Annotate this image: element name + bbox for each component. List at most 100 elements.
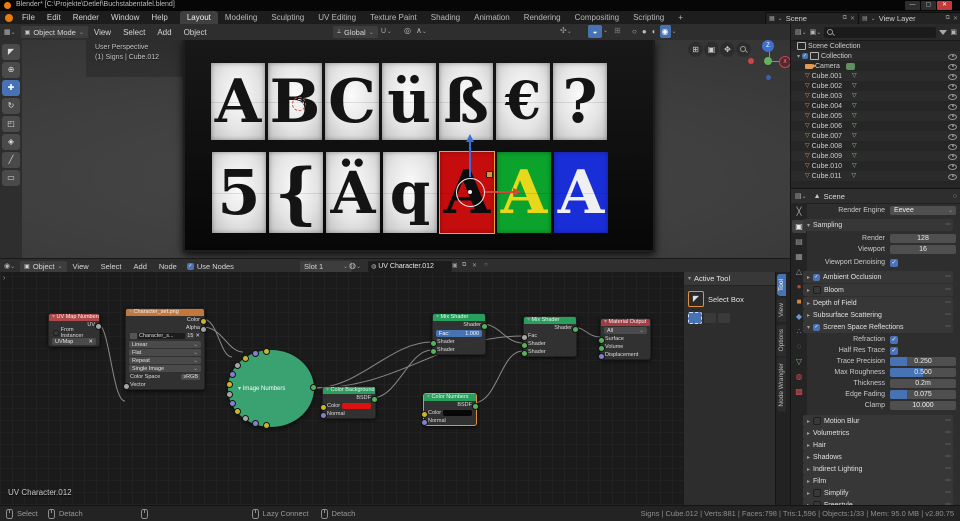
axis-center-ball[interactable] <box>764 57 772 65</box>
tab-texture-icon[interactable]: ▩ <box>792 385 806 398</box>
viewport-samples-field[interactable]: 16 <box>890 245 956 254</box>
extension-dropdown[interactable]: Repeat⌄ <box>129 357 201 364</box>
outliner-row-object[interactable]: ▽Cube.004▽ <box>791 101 960 111</box>
simplify-checkbox[interactable] <box>813 489 821 497</box>
from-instancer-row[interactable]: From Instancer <box>49 329 99 337</box>
vp-menu-view[interactable]: View <box>88 26 117 39</box>
pan-hand-icon[interactable]: ✥ <box>720 42 735 57</box>
shading-solid-icon[interactable]: ● <box>640 27 649 36</box>
tab-material-icon[interactable]: ◍ <box>792 370 806 383</box>
select-mode-subtract-icon[interactable] <box>718 313 730 323</box>
zoom-icon[interactable] <box>736 42 751 57</box>
tab-node-wrangler[interactable]: Node Wrangler <box>777 358 786 412</box>
editor-type-icon[interactable]: ▦⌄ <box>4 28 16 36</box>
tab-texture-paint[interactable]: Texture Paint <box>363 11 424 24</box>
close-icon[interactable]: ✕ <box>472 262 477 269</box>
eye-icon[interactable] <box>948 52 957 60</box>
copy-icon[interactable]: ⧉ <box>462 262 466 269</box>
axis-x-neg-ball[interactable] <box>748 58 754 64</box>
node-group-image-numbers[interactable]: ▾ Image Numbers <box>228 350 314 427</box>
outliner-row-camera[interactable]: Camera <box>791 61 960 71</box>
uvmap-select[interactable]: UVMap✕ <box>52 338 96 345</box>
tab-animation[interactable]: Animation <box>467 11 517 24</box>
socket[interactable] <box>234 362 241 369</box>
tab-rendering[interactable]: Rendering <box>517 11 568 24</box>
move-gizmo-x-arrow[interactable] <box>513 188 521 196</box>
eye-icon[interactable] <box>948 142 957 150</box>
letter-tile[interactable]: A <box>554 152 608 233</box>
close-icon[interactable]: ✕ <box>88 339 93 345</box>
ortho-toggle-icon[interactable]: ⊞ <box>688 42 703 57</box>
render-samples-field[interactable]: 128 <box>890 234 956 243</box>
outliner-row-object[interactable]: ▽Cube.003▽ <box>791 91 960 101</box>
tab-data-icon[interactable]: ▽ <box>792 355 806 368</box>
interpolation-dropdown[interactable]: Linear⌄ <box>129 341 201 348</box>
editor-type-icon[interactable]: ◉⌄ <box>4 262 15 270</box>
eye-icon[interactable] <box>948 132 957 140</box>
outliner-row-object[interactable]: ▽Cube.010▽ <box>791 161 960 171</box>
socket-output[interactable] <box>310 384 317 391</box>
socket[interactable] <box>242 355 249 362</box>
image-name[interactable]: Character_s... <box>138 333 185 339</box>
color-row[interactable]: Color <box>424 409 476 417</box>
sss-panel-header[interactable]: ▸Subsurface Scattering== <box>803 309 953 321</box>
add-workspace-button[interactable]: + <box>671 11 690 24</box>
shading-wireframe-icon[interactable]: ○ <box>630 27 639 36</box>
socket-shader[interactable] <box>481 323 488 330</box>
film-panel-header[interactable]: ▸Film== <box>803 475 953 487</box>
axis-z-ball[interactable]: Z <box>762 40 774 52</box>
sampling-panel-header[interactable]: ▾ Sampling == <box>803 219 953 231</box>
ao-checkbox[interactable]: ✓ <box>813 274 820 281</box>
tool-measure[interactable]: ▭ <box>2 170 20 186</box>
eye-icon[interactable] <box>948 72 957 80</box>
node-color-numbers[interactable]: ▾ Color Numbers BSDF Color Normal <box>423 393 477 426</box>
socket[interactable] <box>234 408 241 415</box>
eye-icon[interactable] <box>948 102 957 110</box>
outliner-row-object[interactable]: ▽Cube.005▽ <box>791 111 960 121</box>
letter-tile[interactable]: ß <box>439 63 493 140</box>
maximize-button[interactable]: ▢ <box>921 1 936 10</box>
projection-dropdown[interactable]: Flat⌄ <box>129 349 201 356</box>
tab-shading[interactable]: Shading <box>424 11 467 24</box>
select-mode-new-icon[interactable] <box>688 312 702 324</box>
sh-menu-select[interactable]: Select <box>95 260 128 273</box>
ssr-panel-header[interactable]: ▾✓Screen Space Reflections== <box>803 321 953 333</box>
new-collection-icon[interactable]: ▣ <box>950 28 957 36</box>
color-row[interactable]: Color <box>323 402 375 410</box>
bloom-checkbox[interactable] <box>813 286 821 294</box>
tab-compositing[interactable]: Compositing <box>568 11 626 24</box>
color-space-row[interactable]: Color Space sRGB <box>126 373 204 381</box>
eye-icon[interactable] <box>948 162 957 170</box>
edge-fading-slider[interactable]: 0.075 <box>890 390 956 399</box>
tab-view[interactable]: View <box>777 298 786 322</box>
socket[interactable] <box>263 422 270 429</box>
socket-normal[interactable] <box>320 412 327 419</box>
letter-tile[interactable]: 5 <box>212 152 266 233</box>
outliner-row-object[interactable]: ▽Cube.007▽ <box>791 131 960 141</box>
eye-icon[interactable] <box>948 122 957 130</box>
editor-type-icon[interactable]: ▤⌄ <box>795 192 807 200</box>
close-icon[interactable]: ✕ <box>850 15 855 22</box>
node-mix-shader-2[interactable]: ▾ Mix Shader Shader Fac Shader Shader <box>523 316 577 357</box>
new-scene-icon[interactable]: ⧉ <box>843 15 847 22</box>
outliner-row-scene-collection[interactable]: Scene Collection <box>791 41 960 51</box>
socket[interactable] <box>226 381 233 388</box>
outliner-search[interactable] <box>824 27 936 38</box>
tab-options[interactable]: Options <box>777 324 786 356</box>
overlays-toggle-icon[interactable]: ◒ <box>588 25 602 38</box>
socket-normal[interactable] <box>421 419 428 426</box>
letter-tile[interactable]: € <box>496 63 550 140</box>
socket-shader[interactable] <box>430 348 437 355</box>
motion-blur-checkbox[interactable] <box>813 417 821 425</box>
color-space-value[interactable]: sRGB <box>181 374 200 380</box>
filter-funnel-icon[interactable] <box>939 30 947 35</box>
active-tool-row[interactable]: ◤ Select Box <box>688 291 772 307</box>
node-header[interactable]: ▾ Character_set.png <box>126 309 204 316</box>
pin-icon[interactable]: ○ <box>484 262 488 268</box>
collection-checkbox[interactable]: ✓ <box>802 53 808 59</box>
active-tool-panel-header[interactable]: ▾ Active Tool <box>684 272 776 286</box>
axis-z-neg-ball[interactable] <box>766 75 771 80</box>
blender-menu-icon[interactable] <box>5 14 13 22</box>
letter-tile[interactable]: ? <box>553 63 607 140</box>
menu-file[interactable]: File <box>16 11 41 24</box>
